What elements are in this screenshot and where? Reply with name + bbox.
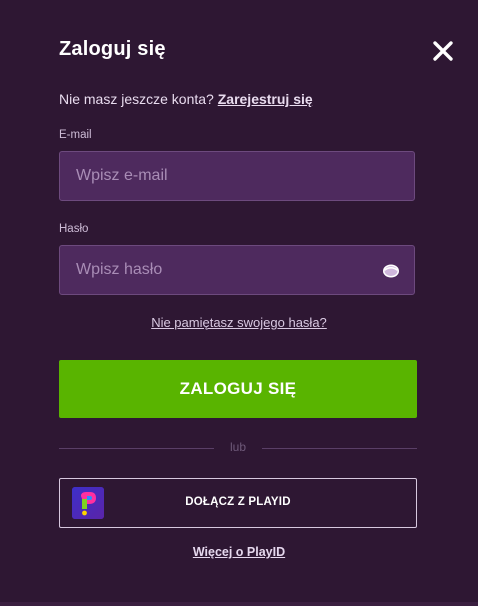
eye-icon[interactable] (382, 263, 400, 279)
password-field-container (59, 245, 415, 295)
register-prompt: Nie masz jeszcze konta? Zarejestruj się (59, 91, 313, 107)
login-modal: Zaloguj się Nie masz jeszcze konta? Zare… (0, 0, 478, 606)
modal-title: Zaloguj się (59, 38, 166, 60)
playid-button[interactable]: DOŁĄCZ Z PLAYID (59, 478, 417, 528)
playid-more-link[interactable]: Więcej o PlayID (193, 545, 285, 559)
login-button[interactable]: ZALOGUJ SIĘ (59, 360, 417, 418)
or-divider: lub (59, 440, 417, 456)
forgot-password-link[interactable]: Nie pamiętasz swojego hasła? (151, 315, 327, 330)
divider-text: lub (229, 440, 246, 454)
email-label: E-mail (59, 129, 92, 141)
bottom-edge (0, 602, 478, 606)
playid-button-label: DOŁĄCZ Z PLAYID (185, 496, 291, 508)
email-field[interactable] (60, 152, 414, 200)
playid-more-row: Więcej o PlayID (0, 545, 478, 559)
email-field-container (59, 151, 415, 201)
close-icon[interactable] (430, 38, 456, 64)
password-label: Hasło (59, 223, 89, 235)
password-field[interactable] (60, 246, 414, 294)
no-account-text: Nie masz jeszcze konta? (59, 91, 214, 107)
forgot-password-row: Nie pamiętasz swojego hasła? (0, 315, 478, 330)
register-link[interactable]: Zarejestruj się (218, 91, 313, 107)
divider-line-right (262, 448, 417, 449)
